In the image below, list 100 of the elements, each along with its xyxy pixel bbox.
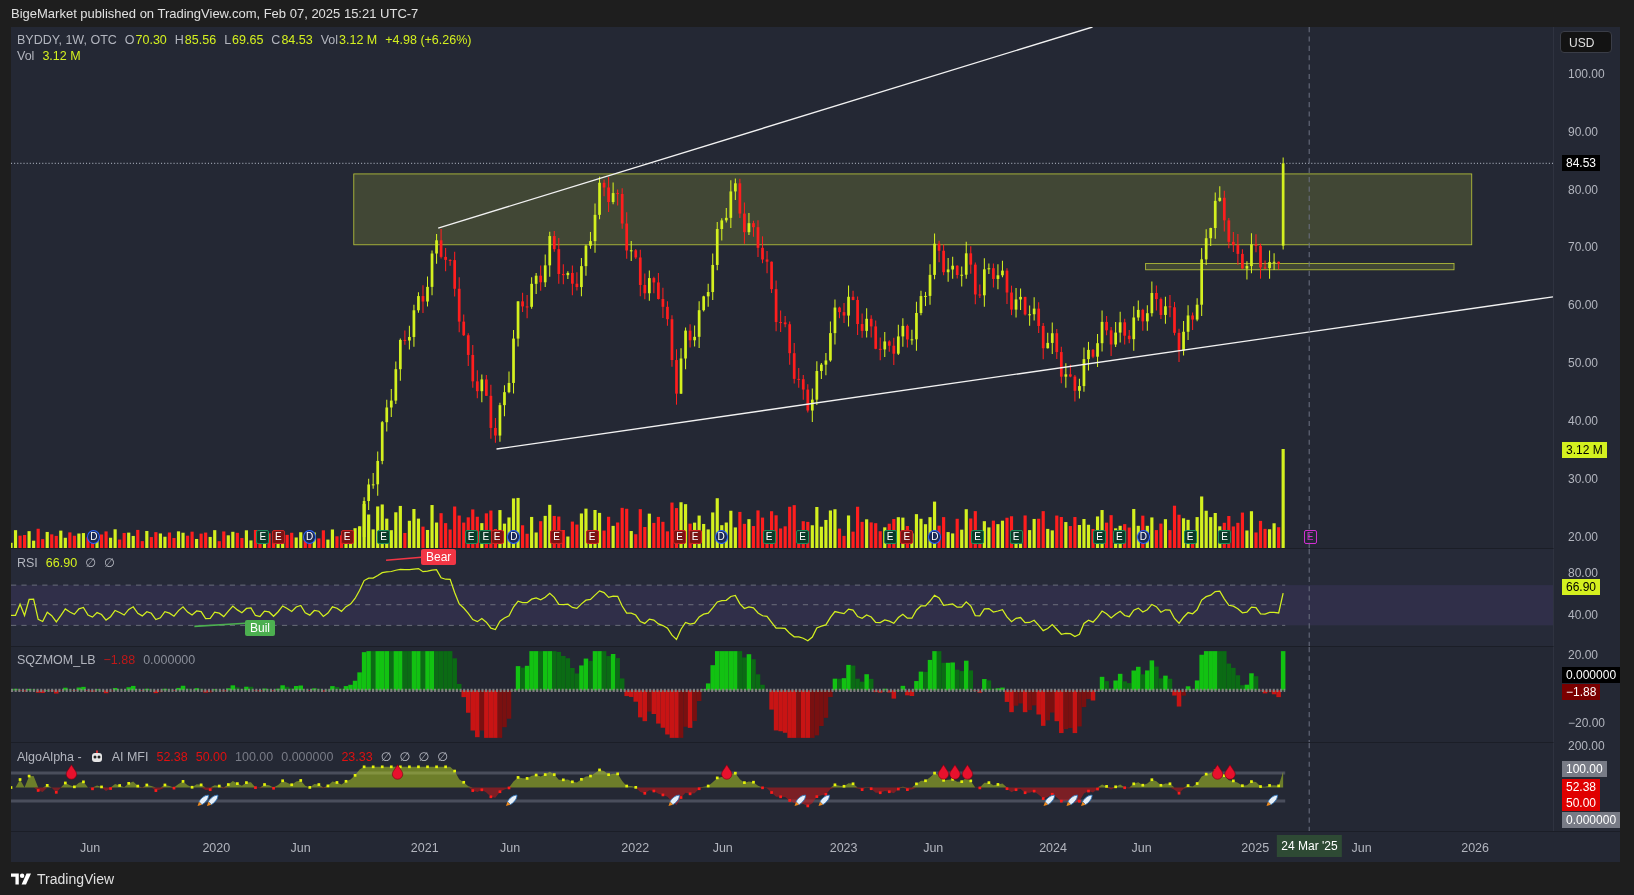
earnings-marker[interactable]: E [796, 530, 810, 544]
earnings-marker[interactable]: E [971, 530, 985, 544]
price-tag: 100.00 [1562, 761, 1607, 778]
earnings-marker[interactable]: E [340, 530, 354, 544]
earnings-marker[interactable]: E [1093, 530, 1106, 544]
drop-icon [937, 764, 949, 780]
time-axis-label: 2021 [410, 841, 439, 855]
price-tag: 66.90 [1562, 578, 1601, 595]
legend-label: C [271, 33, 281, 47]
axis-label: 20.00 [1568, 529, 1599, 544]
legend-value: 3.12 M [339, 33, 378, 47]
legend-label: AI MFI [111, 749, 149, 764]
dividend-marker[interactable]: D [87, 530, 101, 544]
axis-label: 30.00 [1568, 471, 1599, 486]
legend-label: AlgoAlpha - [17, 749, 82, 764]
time-axis-label: Jun [1351, 841, 1372, 855]
brand-name: TradingView [37, 870, 115, 887]
earnings-marker[interactable]: E [900, 530, 914, 544]
rocket-icon [1266, 794, 1278, 807]
legend-value: 70.30 [135, 33, 167, 47]
rocket-icon [1066, 794, 1078, 807]
drop-icon [949, 764, 961, 780]
axis-label: 80.00 [1568, 566, 1599, 580]
axis-label: 100.00 [1568, 66, 1605, 81]
legend-label: L [224, 33, 232, 47]
legend-value: 23.33 [341, 749, 373, 764]
legend-value: ∅ [418, 749, 430, 764]
time-axis-label: Jun [1131, 841, 1152, 855]
legend-symbol: BYDDY, 1W, OTC [17, 33, 117, 47]
drop-icon [1212, 764, 1224, 780]
axis-label: 70.00 [1568, 240, 1599, 255]
drop-icon [1224, 764, 1236, 780]
legend-value: −1.88 [103, 653, 136, 667]
legend-value: 0.000000 [143, 653, 196, 667]
earnings-marker[interactable]: E [271, 530, 285, 544]
divergence-line [193, 622, 247, 628]
price-tag: 50.00 [1562, 795, 1601, 812]
signal-label: Bear [421, 549, 457, 565]
drop-icon [961, 764, 973, 780]
rocket-icon [1081, 794, 1093, 807]
time-axis-label: Jun [80, 841, 101, 855]
legend-label: H [174, 33, 184, 47]
legend-value: ∅ [399, 749, 411, 764]
earnings-marker[interactable]: E [1009, 530, 1023, 544]
legend-value: ∅ [85, 555, 96, 570]
axis-label: 20.00 [1568, 648, 1599, 663]
earnings-marker[interactable]: E [1218, 530, 1232, 544]
earnings-marker[interactable]: E [550, 530, 564, 544]
axis-label: 80.00 [1568, 182, 1599, 197]
time-axis-label: 2023 [829, 841, 858, 855]
currency-button[interactable]: USD [1560, 31, 1612, 53]
axis-label: 60.00 [1568, 298, 1599, 313]
price-tag: 0.000000 [1562, 812, 1621, 829]
legend-label: RSI [17, 555, 38, 570]
price-tag: 84.53 [1562, 155, 1601, 172]
drop-icon [65, 764, 77, 780]
legend-label: O [124, 33, 135, 47]
rocket-icon [1043, 794, 1056, 807]
dividend-marker[interactable]: D [1136, 530, 1150, 544]
logo-icon [11, 870, 31, 887]
time-axis-label: 2025 [1241, 841, 1270, 855]
rocket-icon [668, 794, 680, 807]
time-axis-label: 2026 [1461, 841, 1490, 855]
time-axis-label: Jun [500, 841, 521, 855]
earnings-marker[interactable]: E [377, 530, 391, 544]
legend-value: ∅ [437, 749, 449, 764]
earnings-marker[interactable]: E [1303, 530, 1317, 544]
axis-label: 50.00 [1568, 356, 1599, 371]
legend-value: 3.12 M [42, 49, 81, 63]
axis-label: 40.00 [1568, 413, 1599, 428]
legend-value: 85.56 [184, 33, 217, 47]
legend-label: SQZMOM_LB [17, 653, 96, 667]
drop-icon [392, 764, 404, 780]
publish-caption: BigeMarket published on TradingView.com, Feb 07, 2025 15:21 UTC-7 [10, 5, 420, 23]
legend-value: ∅ [380, 749, 392, 764]
price-tag: 52.38 [1562, 778, 1601, 795]
legend-value: 66.90 [45, 555, 78, 570]
legend-value: 0.000000 [281, 749, 334, 764]
drop-icon [721, 764, 733, 780]
legend-label: Vol [17, 49, 35, 63]
legend-value: 69.65 [232, 33, 264, 47]
legend-value: 52.38 [156, 749, 188, 764]
earnings-marker[interactable]: E [256, 530, 270, 544]
axis-label: 40.00 [1568, 607, 1599, 622]
rocket-icon [206, 794, 219, 807]
time-axis-label: Jun [923, 841, 944, 855]
price-tag: −1.88 [1562, 683, 1601, 700]
crosshair-date-label: 24 Mar '25 [1277, 835, 1342, 857]
divergence-line [385, 556, 423, 562]
legend-change: +4.98 (+6.26%) [385, 33, 472, 47]
axis-label: 200.00 [1568, 739, 1605, 754]
time-axis-label: 2020 [202, 841, 231, 855]
legend-label: Vol [320, 33, 339, 47]
rocket-icon [818, 794, 830, 807]
axis-label: −20.00 [1568, 716, 1606, 731]
dividend-marker[interactable]: D [303, 530, 317, 544]
legend-value: 50.00 [195, 749, 227, 764]
dividend-marker[interactable]: D [714, 530, 728, 544]
earnings-marker[interactable]: E [673, 530, 687, 544]
price-tag: 0.000000 [1562, 667, 1621, 684]
